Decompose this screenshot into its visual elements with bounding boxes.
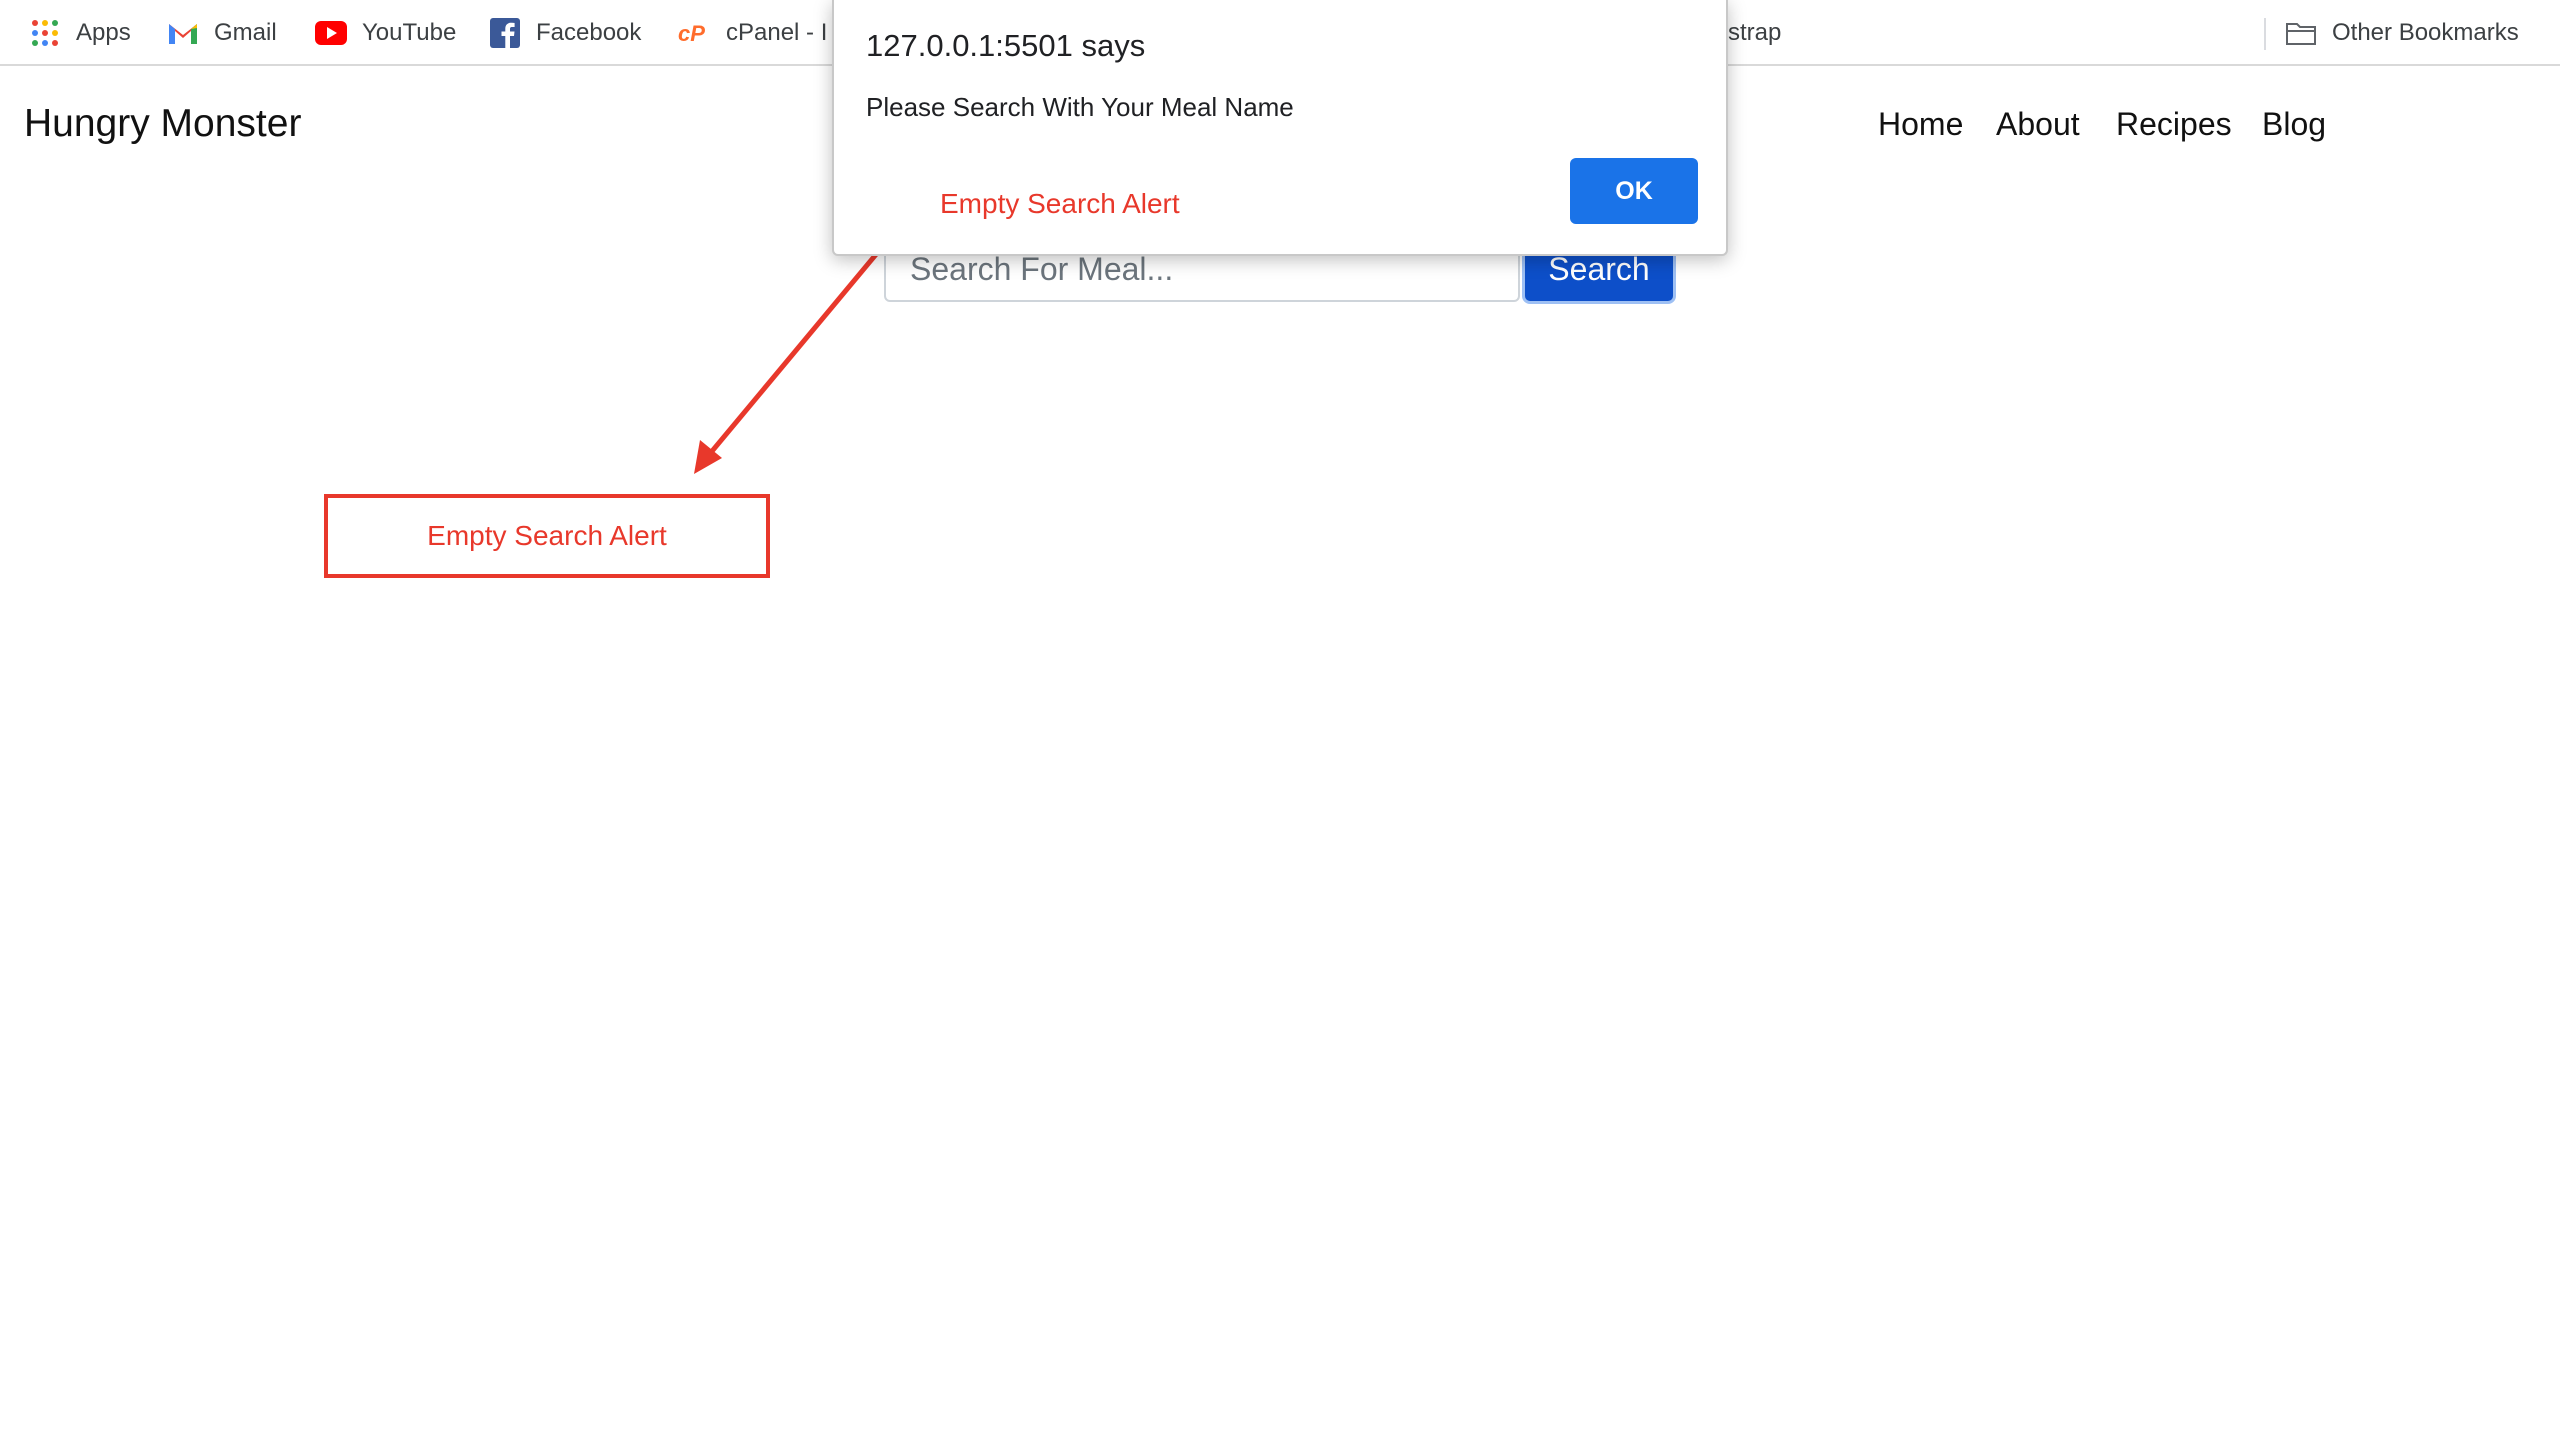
dialog-title: 127.0.0.1:5501 says — [866, 28, 1146, 63]
browser-alert-dialog: 127.0.0.1:5501 says Please Search With Y… — [832, 0, 1728, 256]
annotation-callout-box: Empty Search Alert — [324, 494, 770, 578]
apps-grid-icon — [28, 16, 62, 50]
bookmark-label: Other Bookmarks — [2332, 19, 2519, 46]
brand-logo-text[interactable]: Hungry Monster — [24, 100, 301, 148]
nav-link-recipes[interactable]: Recipes — [2116, 100, 2232, 148]
bookmark-facebook[interactable]: Facebook — [488, 0, 641, 66]
dialog-ok-button[interactable]: OK — [1570, 158, 1698, 224]
bookmark-label: YouTube — [362, 19, 457, 46]
annotation-inline-label: Empty Search Alert — [940, 188, 1180, 219]
bookmark-label: Gmail — [214, 19, 277, 46]
youtube-icon — [314, 16, 348, 50]
svg-text:cP: cP — [678, 21, 705, 45]
annotation-box-label: Empty Search Alert — [427, 520, 667, 551]
bookmark-apps[interactable]: Apps — [28, 0, 131, 66]
nav-link-home[interactable]: Home — [1878, 100, 1963, 148]
bookmarks-divider — [2264, 18, 2266, 50]
bookmark-bootstrap[interactable]: strap — [1728, 0, 1781, 66]
bookmark-cpanel[interactable]: cP cPanel - I — [678, 0, 827, 66]
bookmark-youtube[interactable]: YouTube — [314, 0, 456, 66]
folder-icon — [2284, 16, 2318, 50]
dialog-message: Please Search With Your Meal Name — [866, 92, 1294, 122]
bookmark-label: Apps — [76, 19, 131, 46]
nav-link-about[interactable]: About — [1996, 100, 2080, 148]
bookmark-label: cPanel - I — [726, 19, 828, 46]
cpanel-icon: cP — [678, 16, 712, 50]
bookmark-label: strap — [1728, 19, 1782, 46]
bookmark-gmail[interactable]: Gmail — [166, 0, 277, 66]
facebook-icon — [488, 16, 522, 50]
nav-link-blog[interactable]: Blog — [2262, 100, 2326, 148]
bookmark-other-bookmarks[interactable]: Other Bookmarks — [2284, 0, 2519, 66]
gmail-icon — [166, 16, 200, 50]
bookmark-label: Facebook — [536, 19, 642, 46]
